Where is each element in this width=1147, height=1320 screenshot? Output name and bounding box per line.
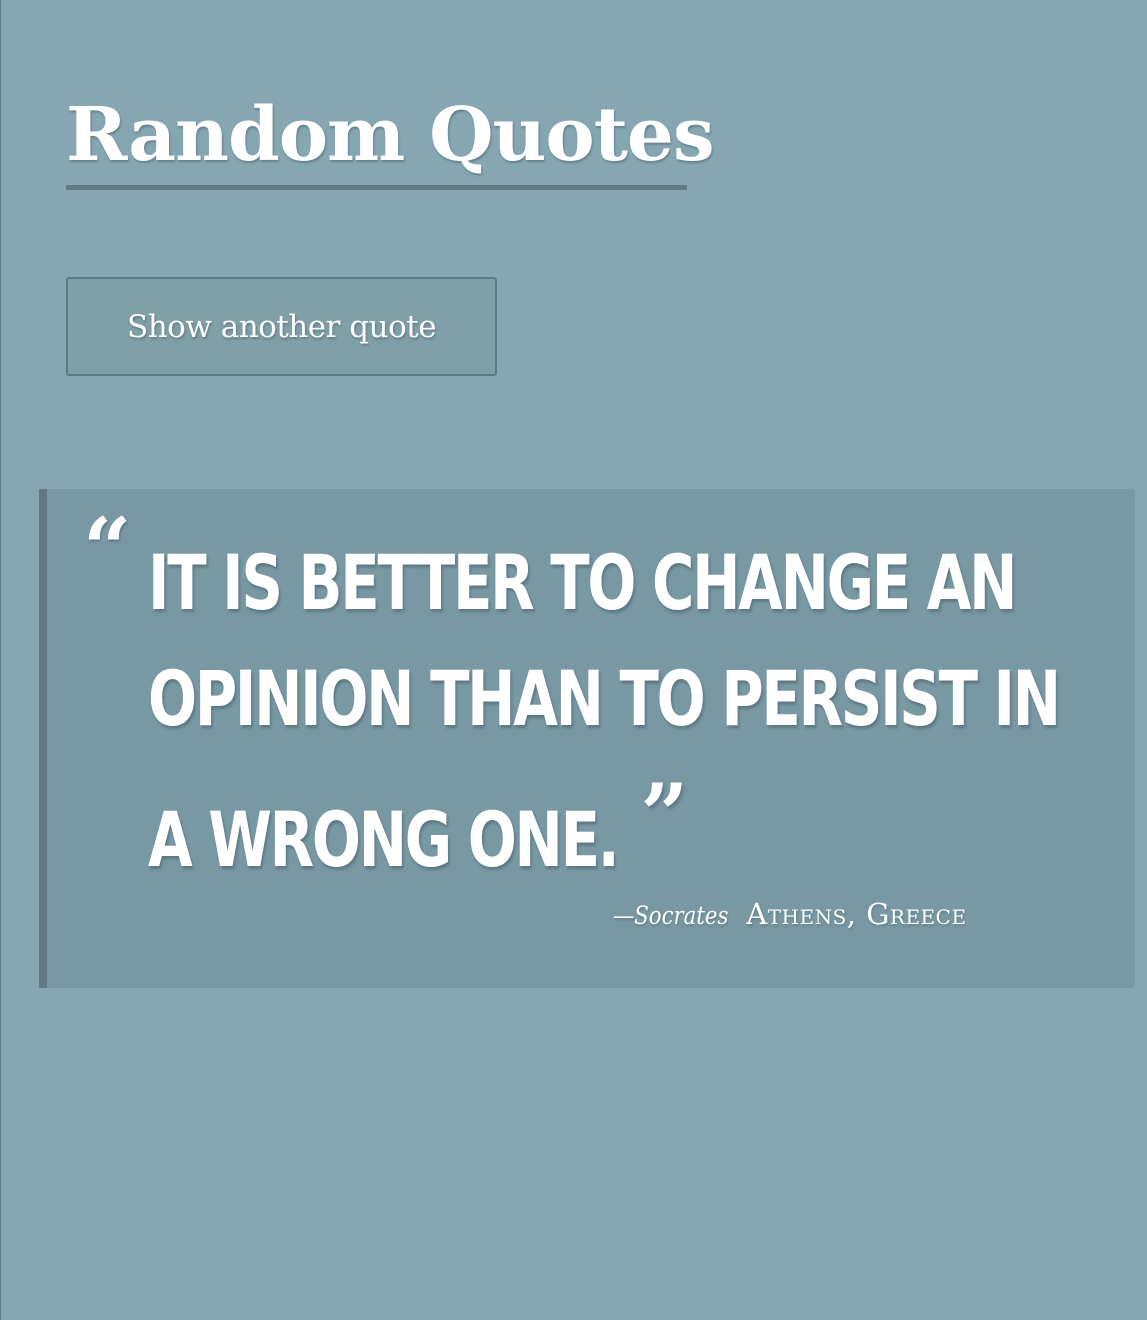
show-another-quote-button[interactable]: Show another quote bbox=[66, 277, 497, 376]
quote-card: “ It is better to change an opinion than… bbox=[39, 489, 1135, 988]
author-location: Athens, Greece bbox=[746, 897, 967, 931]
quote-attribution: —Socrates Athens, Greece bbox=[613, 897, 967, 932]
quote-line: opinion than to persist in bbox=[148, 654, 1061, 743]
page-edge-divider bbox=[0, 0, 1, 1320]
quote-line: a wrong one.” bbox=[148, 757, 885, 898]
close-quote-mark-icon: ” bbox=[640, 765, 688, 864]
quote-text: It is better to change an opinion than t… bbox=[148, 525, 1061, 898]
page-title: Random Quotes bbox=[66, 86, 715, 190]
open-quote-mark-icon: “ bbox=[83, 499, 132, 598]
author-name: —Socrates bbox=[613, 901, 729, 930]
quote-line-text: a wrong one. bbox=[148, 795, 620, 884]
quote-line: It is better to change an bbox=[148, 538, 1018, 627]
